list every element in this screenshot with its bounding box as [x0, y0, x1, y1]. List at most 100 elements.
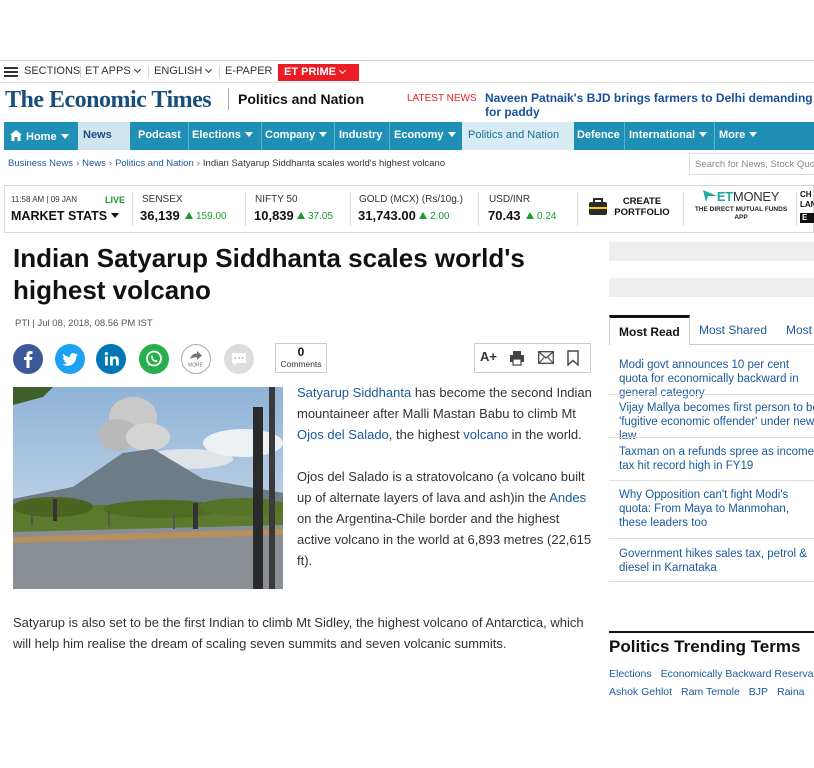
up-arrow-icon [526, 212, 534, 219]
article-paragraph: Satyarup is also set to be the first Ind… [13, 615, 584, 651]
language-menu[interactable]: ENGLISH [154, 65, 213, 77]
market-stats-menu[interactable]: MARKET STATS [11, 209, 120, 223]
breadcrumb: Business News › News › Politics and Nation › I… [8, 158, 445, 169]
divider [389, 122, 390, 150]
twitter-share-button[interactable] [55, 344, 85, 374]
whatsapp-share-button[interactable] [139, 344, 169, 374]
quote-change: 37.05 [297, 211, 333, 222]
hamburger-menu-icon[interactable] [4, 67, 18, 77]
breadcrumb-separator: › [75, 158, 80, 169]
tab-company[interactable]: Company [265, 122, 328, 150]
quote-change-value: 159.00 [196, 211, 227, 222]
trending-term[interactable]: Ram Temple [681, 686, 740, 695]
trending-term[interactable]: Ashok Gehlot [609, 686, 672, 695]
etmoney-brand-et: ET [716, 189, 733, 204]
breadcrumb-item[interactable]: Politics and Nation [115, 158, 194, 169]
popular-tabs: Most Read Most Shared Most [609, 315, 814, 345]
et-prime-button[interactable]: ET PRIME [278, 64, 359, 81]
twitter-icon [62, 353, 78, 366]
briefcase-icon [589, 198, 607, 215]
comment-button[interactable] [224, 344, 254, 374]
etmoney-tagline: THE DIRECT MUTUAL FUNDS APP [694, 206, 788, 221]
main-nav: Home News Podcast Elections Company Indu… [4, 122, 814, 150]
tab-most-other[interactable]: Most [786, 323, 812, 337]
caret-down-icon [447, 132, 456, 137]
caret-down-icon [111, 213, 120, 218]
topic-link[interactable]: volcano [463, 427, 508, 442]
trending-term[interactable]: Elections [609, 668, 652, 680]
article-paragraph: Satyarup Siddhanta has become the second… [297, 382, 593, 445]
facebook-share-button[interactable] [13, 344, 43, 374]
bookmark-icon[interactable] [567, 350, 579, 371]
tab-defence[interactable]: Defence [577, 122, 620, 150]
whatsapp-icon [146, 350, 162, 367]
trending-terms-row: Elections Economically Backward Reservati… [609, 668, 814, 680]
paragraph-text: Ojos del Salado is a stratovolcano (a vo… [297, 469, 585, 505]
breadcrumb-separator: › [196, 158, 200, 169]
tab-politics-and-nation[interactable]: Politics and Nation [462, 122, 574, 150]
topic-link[interactable]: Ojos del Salado [297, 427, 389, 442]
comments-count-box[interactable]: 0 Comments [275, 343, 327, 373]
quote-change-value: 37.05 [308, 211, 334, 222]
linkedin-share-button[interactable] [96, 344, 126, 374]
most-read-item[interactable]: Government hikes sales tax, petrol & die… [619, 547, 814, 575]
topic-link[interactable]: Andes [549, 490, 586, 505]
up-arrow-icon [185, 212, 193, 219]
tab-elections[interactable]: Elections [192, 122, 253, 150]
trending-term[interactable]: Economically Backward Reservation [661, 668, 814, 680]
quote-name: NIFTY 50 [255, 194, 298, 205]
tab-more-label: More [719, 129, 746, 141]
tab-most-shared[interactable]: Most Shared [699, 323, 767, 337]
trending-term[interactable]: Raina [777, 686, 804, 695]
most-read-item[interactable]: Why Opposition can't fight Modi's quota:… [619, 488, 814, 530]
etmoney-logo: ETMONEY [690, 189, 792, 204]
tab-most-read[interactable]: Most Read [609, 315, 690, 345]
caret-down-icon [244, 132, 253, 137]
utility-bar: SECTIONS ET APPS ENGLISH E-PAPER [0, 60, 814, 83]
nav-arrow-icon [114, 122, 130, 150]
cutoff-text: LAN [800, 200, 814, 209]
font-size-button[interactable]: A+ [480, 349, 497, 364]
tab-more[interactable]: More [719, 122, 758, 150]
epaper-link[interactable]: E-PAPER [225, 65, 272, 77]
more-share-button[interactable]: MORE [181, 344, 211, 374]
print-icon[interactable] [509, 350, 525, 371]
tab-industry[interactable]: Industry [339, 122, 382, 150]
topic-link[interactable]: Satyarup Siddhanta [297, 385, 411, 400]
most-read-item[interactable]: Taxman on a refunds spree as income tax … [619, 445, 814, 473]
site-logo[interactable]: The Economic Times [5, 87, 212, 114]
etmoney-ad[interactable]: ETMONEY THE DIRECT MUTUAL FUNDS APP [690, 189, 792, 229]
create-portfolio-button[interactable]: CREATE PORTFOLIO [588, 194, 683, 226]
divider [350, 192, 351, 226]
facebook-icon [24, 351, 33, 368]
section-title[interactable]: Politics and Nation [238, 91, 364, 107]
comments-label: Comments [280, 359, 322, 369]
tab-economy-label: Economy [394, 129, 444, 141]
breadcrumb-item[interactable]: News [82, 158, 106, 169]
tab-podcast-label: Podcast [138, 129, 181, 141]
et-prime-label: ET PRIME [284, 66, 336, 78]
home-icon [10, 130, 22, 141]
divider [577, 192, 578, 226]
tab-economy[interactable]: Economy [394, 122, 456, 150]
email-icon[interactable] [538, 351, 554, 369]
quote-name: SENSEX [142, 194, 183, 205]
paragraph-text: on the Argentina-Chile border and the hi… [297, 511, 592, 568]
trending-term[interactable]: BJP [749, 686, 768, 695]
article-body-column: Satyarup Siddhanta has become the second… [297, 382, 593, 592]
breadcrumb-item[interactable]: Business News [8, 158, 73, 169]
quote-name: USD/INR [489, 194, 531, 205]
divider [261, 122, 262, 150]
tab-home[interactable]: Home [4, 122, 74, 150]
tab-international[interactable]: International [629, 122, 708, 150]
tab-podcast[interactable]: Podcast [138, 122, 181, 150]
comment-bubble-icon [232, 353, 246, 366]
search-input[interactable]: Search for News, Stock Quote [689, 153, 814, 175]
divider [609, 581, 814, 582]
sections-link[interactable]: SECTIONS [24, 65, 80, 77]
quote-value: 36,139 [140, 208, 180, 223]
volcano-photo-illustration [13, 387, 283, 589]
et-apps-menu[interactable]: ET APPS [85, 65, 141, 77]
latest-news-headline[interactable]: Naveen Patnaik's BJD brings farmers to D… [485, 91, 814, 119]
language-switch-cutoff[interactable]: CH LAN E [800, 190, 814, 223]
